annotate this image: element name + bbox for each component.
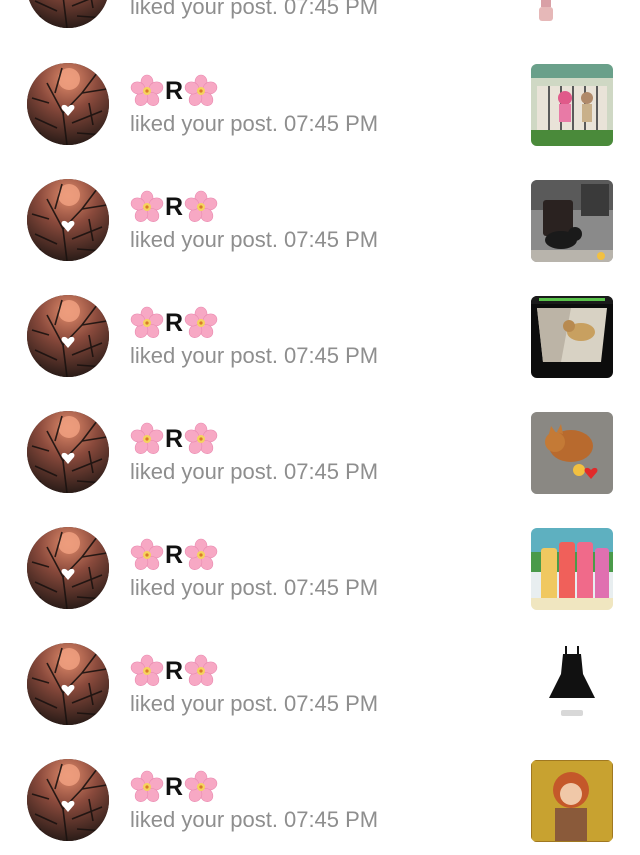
timestamp: 07:45 PM [283,111,379,136]
activity-text: liked your post. 07:45 PM [130,111,378,137]
activity-item[interactable]: R liked your post. 07:45 PM [0,409,640,525]
timestamp: 07:45 PM [283,691,379,716]
avatar[interactable] [27,179,109,261]
activity-text: liked your post. 07:45 PM [130,343,378,369]
username-text: R [165,76,184,105]
avatar[interactable] [27,411,109,493]
username[interactable]: R [130,189,218,225]
username[interactable]: R [130,73,218,109]
action-text: liked your post. [130,227,278,252]
timestamp: 07:45 PM [283,459,379,484]
avatar[interactable] [27,63,109,145]
cherry-blossom-icon [130,74,164,108]
activity-text: liked your post. 07:45 PM [130,0,378,20]
activity-list: liked your post. 07:45 PM R liked your p… [0,0,640,855]
cherry-blossom-icon [130,654,164,688]
post-thumbnail[interactable] [531,180,613,262]
post-thumbnail[interactable] [531,64,613,146]
activity-item[interactable]: R liked your post. 07:45 PM [0,757,640,855]
post-thumbnail[interactable] [531,528,613,610]
avatar[interactable] [27,0,109,28]
activity-text: liked your post. 07:45 PM [130,691,378,717]
timestamp: 07:45 PM [283,575,379,600]
action-text: liked your post. [130,691,278,716]
timestamp: 07:45 PM [283,343,379,368]
timestamp: 07:45 PM [283,807,379,832]
post-thumbnail[interactable] [531,296,613,378]
timestamp: 07:45 PM [283,227,379,252]
activity-item[interactable]: R liked your post. 07:45 PM [0,293,640,409]
avatar[interactable] [27,759,109,841]
post-thumbnail[interactable] [531,412,613,494]
username[interactable]: R [130,769,218,805]
action-text: liked your post. [130,807,278,832]
activity-item[interactable]: R liked your post. 07:45 PM [0,525,640,641]
username-text: R [165,540,184,569]
activity-item[interactable]: R liked your post. 07:45 PM [0,177,640,293]
cherry-blossom-icon [130,538,164,572]
cherry-blossom-icon [130,770,164,804]
cherry-blossom-icon [184,74,218,108]
action-text: liked your post. [130,343,278,368]
cherry-blossom-icon [130,190,164,224]
activity-item[interactable]: R liked your post. 07:45 PM [0,641,640,757]
action-text: liked your post. [130,459,278,484]
action-text: liked your post. [130,575,278,600]
action-text: liked your post. [130,111,278,136]
cherry-blossom-icon [184,422,218,456]
username[interactable]: R [130,537,218,573]
cherry-blossom-icon [184,770,218,804]
username-text: R [165,192,184,221]
post-thumbnail[interactable] [531,760,613,842]
username-text: R [165,656,184,685]
activity-text: liked your post. 07:45 PM [130,227,378,253]
cherry-blossom-icon [184,306,218,340]
avatar[interactable] [27,643,109,725]
username-text: R [165,308,184,337]
username[interactable]: R [130,305,218,341]
activity-item[interactable]: liked your post. 07:45 PM [0,0,640,60]
post-thumbnail[interactable] [531,644,613,726]
username[interactable]: R [130,421,218,457]
username-text: R [165,424,184,453]
cherry-blossom-icon [130,422,164,456]
avatar[interactable] [27,295,109,377]
post-thumbnail[interactable] [531,0,613,29]
cherry-blossom-icon [130,306,164,340]
username[interactable]: R [130,653,218,689]
activity-item[interactable]: R liked your post. 07:45 PM [0,61,640,177]
cherry-blossom-icon [184,538,218,572]
timestamp: 07:45 PM [283,0,379,19]
username-text: R [165,772,184,801]
avatar[interactable] [27,527,109,609]
activity-text: liked your post. 07:45 PM [130,459,378,485]
activity-text: liked your post. 07:45 PM [130,807,378,833]
action-text: liked your post. [130,0,278,19]
activity-text: liked your post. 07:45 PM [130,575,378,601]
cherry-blossom-icon [184,654,218,688]
cherry-blossom-icon [184,190,218,224]
